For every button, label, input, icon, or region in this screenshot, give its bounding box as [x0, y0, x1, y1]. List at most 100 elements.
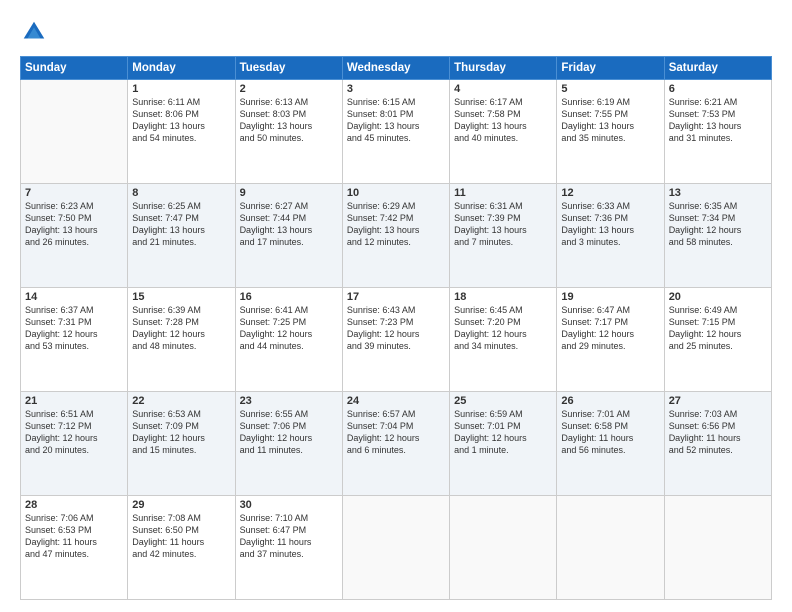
calendar-cell: 7Sunrise: 6:23 AM Sunset: 7:50 PM Daylig…	[21, 184, 128, 288]
calendar-cell: 1Sunrise: 6:11 AM Sunset: 8:06 PM Daylig…	[128, 80, 235, 184]
day-info: Sunrise: 6:57 AM Sunset: 7:04 PM Dayligh…	[347, 408, 445, 457]
calendar-cell	[342, 496, 449, 600]
calendar-cell: 18Sunrise: 6:45 AM Sunset: 7:20 PM Dayli…	[450, 288, 557, 392]
day-info: Sunrise: 6:11 AM Sunset: 8:06 PM Dayligh…	[132, 96, 230, 145]
calendar-cell: 14Sunrise: 6:37 AM Sunset: 7:31 PM Dayli…	[21, 288, 128, 392]
day-number: 14	[25, 291, 123, 303]
day-number: 2	[240, 83, 338, 95]
day-number: 13	[669, 187, 767, 199]
day-info: Sunrise: 6:37 AM Sunset: 7:31 PM Dayligh…	[25, 304, 123, 353]
day-info: Sunrise: 6:45 AM Sunset: 7:20 PM Dayligh…	[454, 304, 552, 353]
day-info: Sunrise: 6:23 AM Sunset: 7:50 PM Dayligh…	[25, 200, 123, 249]
calendar-cell: 8Sunrise: 6:25 AM Sunset: 7:47 PM Daylig…	[128, 184, 235, 288]
calendar-week-row: 1Sunrise: 6:11 AM Sunset: 8:06 PM Daylig…	[21, 80, 772, 184]
calendar-cell: 24Sunrise: 6:57 AM Sunset: 7:04 PM Dayli…	[342, 392, 449, 496]
day-info: Sunrise: 6:21 AM Sunset: 7:53 PM Dayligh…	[669, 96, 767, 145]
day-info: Sunrise: 6:55 AM Sunset: 7:06 PM Dayligh…	[240, 408, 338, 457]
day-number: 6	[669, 83, 767, 95]
day-info: Sunrise: 6:47 AM Sunset: 7:17 PM Dayligh…	[561, 304, 659, 353]
day-number: 23	[240, 395, 338, 407]
day-info: Sunrise: 6:33 AM Sunset: 7:36 PM Dayligh…	[561, 200, 659, 249]
day-info: Sunrise: 6:13 AM Sunset: 8:03 PM Dayligh…	[240, 96, 338, 145]
calendar-cell: 3Sunrise: 6:15 AM Sunset: 8:01 PM Daylig…	[342, 80, 449, 184]
day-number: 11	[454, 187, 552, 199]
day-info: Sunrise: 7:10 AM Sunset: 6:47 PM Dayligh…	[240, 512, 338, 561]
weekday-header-monday: Monday	[128, 57, 235, 80]
calendar-week-row: 7Sunrise: 6:23 AM Sunset: 7:50 PM Daylig…	[21, 184, 772, 288]
calendar-cell: 12Sunrise: 6:33 AM Sunset: 7:36 PM Dayli…	[557, 184, 664, 288]
day-number: 26	[561, 395, 659, 407]
day-info: Sunrise: 7:03 AM Sunset: 6:56 PM Dayligh…	[669, 408, 767, 457]
calendar-cell: 16Sunrise: 6:41 AM Sunset: 7:25 PM Dayli…	[235, 288, 342, 392]
day-number: 25	[454, 395, 552, 407]
calendar-cell: 20Sunrise: 6:49 AM Sunset: 7:15 PM Dayli…	[664, 288, 771, 392]
header	[20, 18, 772, 46]
calendar-cell: 21Sunrise: 6:51 AM Sunset: 7:12 PM Dayli…	[21, 392, 128, 496]
day-info: Sunrise: 6:19 AM Sunset: 7:55 PM Dayligh…	[561, 96, 659, 145]
day-number: 12	[561, 187, 659, 199]
calendar-cell: 19Sunrise: 6:47 AM Sunset: 7:17 PM Dayli…	[557, 288, 664, 392]
day-info: Sunrise: 7:06 AM Sunset: 6:53 PM Dayligh…	[25, 512, 123, 561]
day-number: 7	[25, 187, 123, 199]
logo	[20, 18, 52, 46]
calendar-cell: 23Sunrise: 6:55 AM Sunset: 7:06 PM Dayli…	[235, 392, 342, 496]
calendar-cell: 11Sunrise: 6:31 AM Sunset: 7:39 PM Dayli…	[450, 184, 557, 288]
calendar-cell: 6Sunrise: 6:21 AM Sunset: 7:53 PM Daylig…	[664, 80, 771, 184]
day-info: Sunrise: 6:31 AM Sunset: 7:39 PM Dayligh…	[454, 200, 552, 249]
day-number: 27	[669, 395, 767, 407]
day-number: 1	[132, 83, 230, 95]
day-number: 20	[669, 291, 767, 303]
weekday-header-row: SundayMondayTuesdayWednesdayThursdayFrid…	[21, 57, 772, 80]
calendar-cell: 28Sunrise: 7:06 AM Sunset: 6:53 PM Dayli…	[21, 496, 128, 600]
calendar-cell: 13Sunrise: 6:35 AM Sunset: 7:34 PM Dayli…	[664, 184, 771, 288]
day-info: Sunrise: 6:59 AM Sunset: 7:01 PM Dayligh…	[454, 408, 552, 457]
day-info: Sunrise: 6:49 AM Sunset: 7:15 PM Dayligh…	[669, 304, 767, 353]
day-info: Sunrise: 6:35 AM Sunset: 7:34 PM Dayligh…	[669, 200, 767, 249]
day-info: Sunrise: 6:17 AM Sunset: 7:58 PM Dayligh…	[454, 96, 552, 145]
calendar-week-row: 14Sunrise: 6:37 AM Sunset: 7:31 PM Dayli…	[21, 288, 772, 392]
day-number: 22	[132, 395, 230, 407]
day-info: Sunrise: 6:53 AM Sunset: 7:09 PM Dayligh…	[132, 408, 230, 457]
calendar-week-row: 28Sunrise: 7:06 AM Sunset: 6:53 PM Dayli…	[21, 496, 772, 600]
day-number: 3	[347, 83, 445, 95]
calendar-cell: 27Sunrise: 7:03 AM Sunset: 6:56 PM Dayli…	[664, 392, 771, 496]
weekday-header-thursday: Thursday	[450, 57, 557, 80]
calendar-cell: 9Sunrise: 6:27 AM Sunset: 7:44 PM Daylig…	[235, 184, 342, 288]
day-number: 9	[240, 187, 338, 199]
day-number: 28	[25, 499, 123, 511]
day-number: 21	[25, 395, 123, 407]
calendar-cell: 4Sunrise: 6:17 AM Sunset: 7:58 PM Daylig…	[450, 80, 557, 184]
logo-icon	[20, 18, 48, 46]
calendar-cell	[557, 496, 664, 600]
weekday-header-wednesday: Wednesday	[342, 57, 449, 80]
day-number: 5	[561, 83, 659, 95]
day-number: 17	[347, 291, 445, 303]
day-number: 15	[132, 291, 230, 303]
day-number: 24	[347, 395, 445, 407]
calendar-cell: 17Sunrise: 6:43 AM Sunset: 7:23 PM Dayli…	[342, 288, 449, 392]
calendar-cell: 2Sunrise: 6:13 AM Sunset: 8:03 PM Daylig…	[235, 80, 342, 184]
calendar-cell: 15Sunrise: 6:39 AM Sunset: 7:28 PM Dayli…	[128, 288, 235, 392]
calendar-table: SundayMondayTuesdayWednesdayThursdayFrid…	[20, 56, 772, 600]
page: SundayMondayTuesdayWednesdayThursdayFrid…	[0, 0, 792, 612]
calendar-week-row: 21Sunrise: 6:51 AM Sunset: 7:12 PM Dayli…	[21, 392, 772, 496]
weekday-header-saturday: Saturday	[664, 57, 771, 80]
day-number: 19	[561, 291, 659, 303]
day-number: 10	[347, 187, 445, 199]
day-info: Sunrise: 6:25 AM Sunset: 7:47 PM Dayligh…	[132, 200, 230, 249]
calendar-cell: 5Sunrise: 6:19 AM Sunset: 7:55 PM Daylig…	[557, 80, 664, 184]
day-number: 16	[240, 291, 338, 303]
day-info: Sunrise: 6:15 AM Sunset: 8:01 PM Dayligh…	[347, 96, 445, 145]
day-info: Sunrise: 7:08 AM Sunset: 6:50 PM Dayligh…	[132, 512, 230, 561]
day-info: Sunrise: 6:41 AM Sunset: 7:25 PM Dayligh…	[240, 304, 338, 353]
calendar-cell: 10Sunrise: 6:29 AM Sunset: 7:42 PM Dayli…	[342, 184, 449, 288]
calendar-cell: 29Sunrise: 7:08 AM Sunset: 6:50 PM Dayli…	[128, 496, 235, 600]
day-number: 29	[132, 499, 230, 511]
weekday-header-friday: Friday	[557, 57, 664, 80]
day-info: Sunrise: 7:01 AM Sunset: 6:58 PM Dayligh…	[561, 408, 659, 457]
day-number: 8	[132, 187, 230, 199]
day-info: Sunrise: 6:29 AM Sunset: 7:42 PM Dayligh…	[347, 200, 445, 249]
day-info: Sunrise: 6:51 AM Sunset: 7:12 PM Dayligh…	[25, 408, 123, 457]
calendar-cell: 30Sunrise: 7:10 AM Sunset: 6:47 PM Dayli…	[235, 496, 342, 600]
day-info: Sunrise: 6:27 AM Sunset: 7:44 PM Dayligh…	[240, 200, 338, 249]
